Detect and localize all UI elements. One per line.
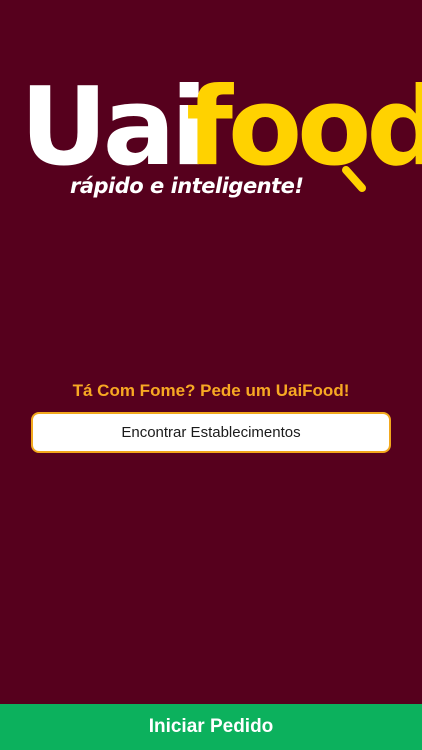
logo-word-food: food [186, 65, 422, 190]
logo-word-uai: Uai [20, 65, 208, 190]
logo-spoon-handle-icon [342, 166, 366, 192]
hungry-headline: Tá Com Fome? Pede um UaiFood! [72, 381, 350, 400]
start-order-button[interactable]: Iniciar Pedido [0, 704, 422, 750]
logo-tagline: rápido e inteligente! [70, 174, 304, 198]
find-establishments-button[interactable]: Encontrar Establecimentos [31, 412, 391, 453]
